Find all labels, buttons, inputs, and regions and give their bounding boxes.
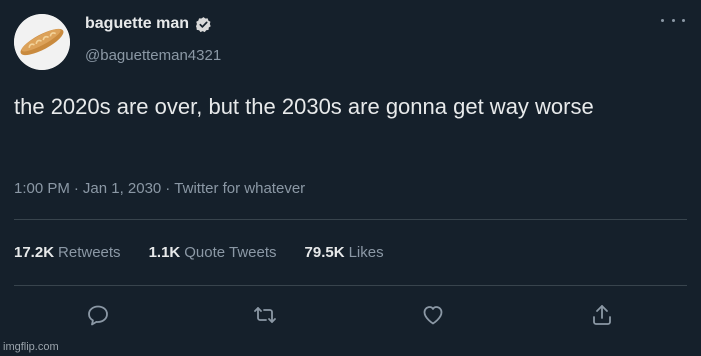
quote-tweets-count: 1.1K	[148, 244, 181, 261]
tweet-stats: 17.2K Retweets 1.1K Quote Tweets 79.5K Like…	[14, 243, 412, 263]
retweets-count: 17.2K	[14, 244, 55, 261]
retweets-label: Retweets	[58, 244, 121, 261]
share-icon[interactable]	[590, 303, 614, 327]
watermark: imgflip.com	[3, 341, 59, 353]
divider	[14, 219, 687, 220]
tweet-date[interactable]: Jan 1, 2030	[83, 180, 161, 197]
meta-separator: ·	[73, 180, 79, 197]
more-dot	[661, 18, 664, 22]
more-dot	[682, 18, 685, 22]
like-icon[interactable]	[421, 303, 445, 327]
reply-icon[interactable]	[86, 303, 110, 327]
display-name[interactable]: baguette man	[85, 14, 189, 34]
tweet-time[interactable]: 1:00 PM	[14, 180, 70, 197]
tweet-meta: 1:00 PM · Jan 1, 2030 · Twitter for whatever	[14, 179, 305, 199]
tweet-source[interactable]: Twitter for whatever	[174, 180, 305, 197]
verified-badge-icon	[195, 16, 212, 33]
likes-label: Likes	[348, 244, 384, 261]
quote-tweets-stat[interactable]: 1.1K Quote Tweets	[149, 243, 277, 263]
likes-count: 79.5K	[304, 244, 345, 261]
baguette-avatar-icon	[14, 14, 70, 70]
likes-stat[interactable]: 79.5K Likes	[305, 243, 384, 263]
retweet-icon[interactable]	[253, 303, 277, 327]
display-name-row[interactable]: baguette man	[85, 14, 212, 34]
tweet-text: the 2020s are over, but the 2030s are go…	[14, 94, 594, 119]
meta-separator: ·	[165, 180, 171, 197]
divider	[14, 285, 687, 286]
more-options-icon[interactable]	[661, 14, 685, 26]
quote-tweets-label: Quote Tweets	[184, 244, 277, 261]
avatar[interactable]	[14, 14, 70, 70]
user-handle[interactable]: @baguetteman4321	[85, 46, 221, 66]
more-dot	[671, 18, 675, 22]
retweets-stat[interactable]: 17.2K Retweets	[14, 243, 121, 263]
